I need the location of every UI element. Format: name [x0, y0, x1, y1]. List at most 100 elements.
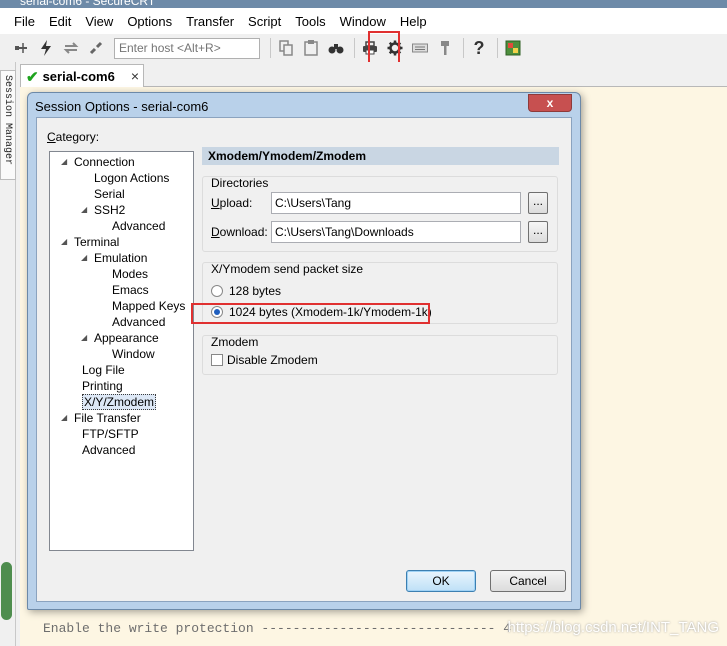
upload-field[interactable] — [271, 192, 521, 214]
zmodem-title: Zmodem — [211, 335, 259, 349]
menu-options[interactable]: Options — [120, 14, 179, 29]
tree-item-label: Emulation — [94, 251, 148, 265]
tree-item-label: Logon Actions — [94, 171, 170, 185]
connect-in-tab-icon[interactable] — [10, 37, 32, 59]
key-icon[interactable] — [434, 37, 456, 59]
upload-browse-button[interactable]: ... — [528, 192, 548, 214]
tree-item-label: Serial — [94, 187, 125, 201]
tree-item-label: X/Y/Zmodem — [82, 394, 157, 410]
watermark: https://blog.csdn.net/INT_TANG — [507, 619, 719, 636]
options-panel: Xmodem/Ymodem/Zmodem Directories Upload:… — [202, 130, 565, 420]
menu-edit[interactable]: Edit — [42, 14, 78, 29]
session-manager-strip: Session Manager — [0, 62, 16, 646]
toolbar: ? — [0, 34, 727, 62]
radio-128-bytes[interactable]: 128 bytes — [211, 284, 281, 298]
tree-item[interactable]: SSH2 — [94, 202, 125, 218]
keymap-icon[interactable] — [409, 37, 431, 59]
tree-item-label: File Transfer — [74, 411, 141, 425]
download-browse-button[interactable]: ... — [528, 221, 548, 243]
toolbar-highlight-box — [368, 31, 400, 65]
tree-item[interactable]: Advanced — [112, 218, 165, 234]
menu-view[interactable]: View — [78, 14, 120, 29]
category-label: Category: — [47, 130, 100, 144]
window-title: serial-com6 - SecureCRT — [20, 0, 156, 8]
menu-help[interactable]: Help — [393, 14, 434, 29]
tree-expand-arrow-icon[interactable]: ◢ — [61, 237, 67, 246]
tree-expand-arrow-icon[interactable]: ◢ — [81, 253, 87, 262]
tree-item[interactable]: Terminal — [74, 234, 119, 250]
tree-item-label: FTP/SFTP — [82, 427, 139, 441]
lightning-icon[interactable] — [35, 37, 57, 59]
dialog-title: Session Options - serial-com6 — [35, 99, 209, 114]
tree-item[interactable]: FTP/SFTP — [82, 426, 139, 442]
scroll-handle[interactable] — [1, 562, 12, 620]
tree-item-label: Window — [112, 347, 155, 361]
toolbar-separator — [497, 38, 498, 58]
disable-zmodem-checkbox[interactable] — [211, 354, 223, 366]
tree-item[interactable]: X/Y/Zmodem — [82, 394, 157, 410]
category-tree[interactable]: ◢ Connection Logon Actions Serial ◢ SSH2 Advan… — [49, 151, 194, 551]
find-icon[interactable] — [325, 37, 347, 59]
disable-zmodem-label: Disable Zmodem — [227, 353, 318, 367]
dialog-close-button[interactable]: x — [528, 94, 572, 112]
ok-button[interactable]: OK — [406, 570, 476, 592]
option-highlight-box — [191, 303, 430, 324]
tree-item-label: Appearance — [94, 331, 159, 345]
help-icon[interactable]: ? — [468, 37, 490, 59]
cancel-button[interactable]: Cancel — [490, 570, 566, 592]
tree-item-label: Printing — [82, 379, 123, 393]
upload-label: Upload: — [211, 196, 253, 210]
tree-item[interactable]: Advanced — [112, 314, 165, 330]
tree-expand-arrow-icon[interactable]: ◢ — [81, 333, 87, 342]
toolbar-separator — [354, 38, 355, 58]
tree-expand-arrow-icon[interactable]: ◢ — [81, 205, 87, 214]
paste-icon[interactable] — [300, 37, 322, 59]
download-field[interactable] — [271, 221, 521, 243]
menu-tools[interactable]: Tools — [288, 14, 332, 29]
tree-item[interactable]: Printing — [82, 378, 123, 394]
session-manager-label: Session Manager — [2, 75, 13, 166]
radio-128-control[interactable] — [211, 285, 223, 297]
tree-item[interactable]: Connection — [74, 154, 135, 170]
tree-item[interactable]: Serial — [94, 186, 125, 202]
tree-item[interactable]: File Transfer — [74, 410, 141, 426]
window-title-bar: serial-com6 - SecureCRT — [0, 0, 727, 8]
tree-item-label: Advanced — [112, 219, 166, 233]
tree-item-label: Advanced — [112, 315, 166, 329]
toolbar-separator — [463, 38, 464, 58]
reconnect-icon[interactable] — [60, 37, 82, 59]
sftp-icon[interactable] — [502, 37, 524, 59]
panel-title: Xmodem/Ymodem/Zmodem — [202, 147, 559, 165]
tab-close-icon[interactable]: × — [131, 68, 139, 84]
tree-item-label: Terminal — [74, 235, 120, 249]
disable-zmodem-row[interactable]: Disable Zmodem — [211, 353, 318, 367]
packet-size-title: X/Ymodem send packet size — [211, 262, 364, 276]
menu-script[interactable]: Script — [241, 14, 288, 29]
toolbar-separator — [270, 38, 271, 58]
session-manager-tab[interactable]: Session Manager — [0, 70, 16, 180]
menu-file[interactable]: File — [7, 14, 42, 29]
tree-item[interactable]: Mapped Keys — [112, 298, 185, 314]
tree-expand-arrow-icon[interactable]: ◢ — [61, 413, 67, 422]
tree-item-label: Emacs — [112, 283, 149, 297]
tree-item[interactable]: Logon Actions — [94, 170, 169, 186]
menu-bar: File Edit View Options Transfer Script T… — [0, 8, 727, 34]
tree-item[interactable]: Window — [112, 346, 155, 362]
tree-expand-arrow-icon[interactable]: ◢ — [61, 157, 67, 166]
tree-item[interactable]: Emulation — [94, 250, 147, 266]
menu-transfer[interactable]: Transfer — [179, 14, 241, 29]
tree-item[interactable]: Modes — [112, 266, 148, 282]
disconnect-icon[interactable] — [85, 37, 107, 59]
tab-serial-com6[interactable]: ✔ serial-com6 × — [20, 64, 144, 88]
tree-item[interactable]: Appearance — [94, 330, 159, 346]
tree-item[interactable]: Emacs — [112, 282, 149, 298]
dialog-body: Category: ◢ Connection Logon Actions Serial… — [36, 117, 572, 602]
terminal-line: Enable the write protection ------------… — [43, 621, 512, 636]
menu-window[interactable]: Window — [333, 14, 393, 29]
session-tab-bar: ✔ serial-com6 × — [20, 62, 727, 88]
quick-connect-input[interactable] — [114, 37, 260, 59]
directories-title: Directories — [211, 176, 269, 190]
tree-item[interactable]: Log File — [82, 362, 125, 378]
copy-icon[interactable] — [275, 37, 297, 59]
tree-item[interactable]: Advanced — [82, 442, 135, 458]
